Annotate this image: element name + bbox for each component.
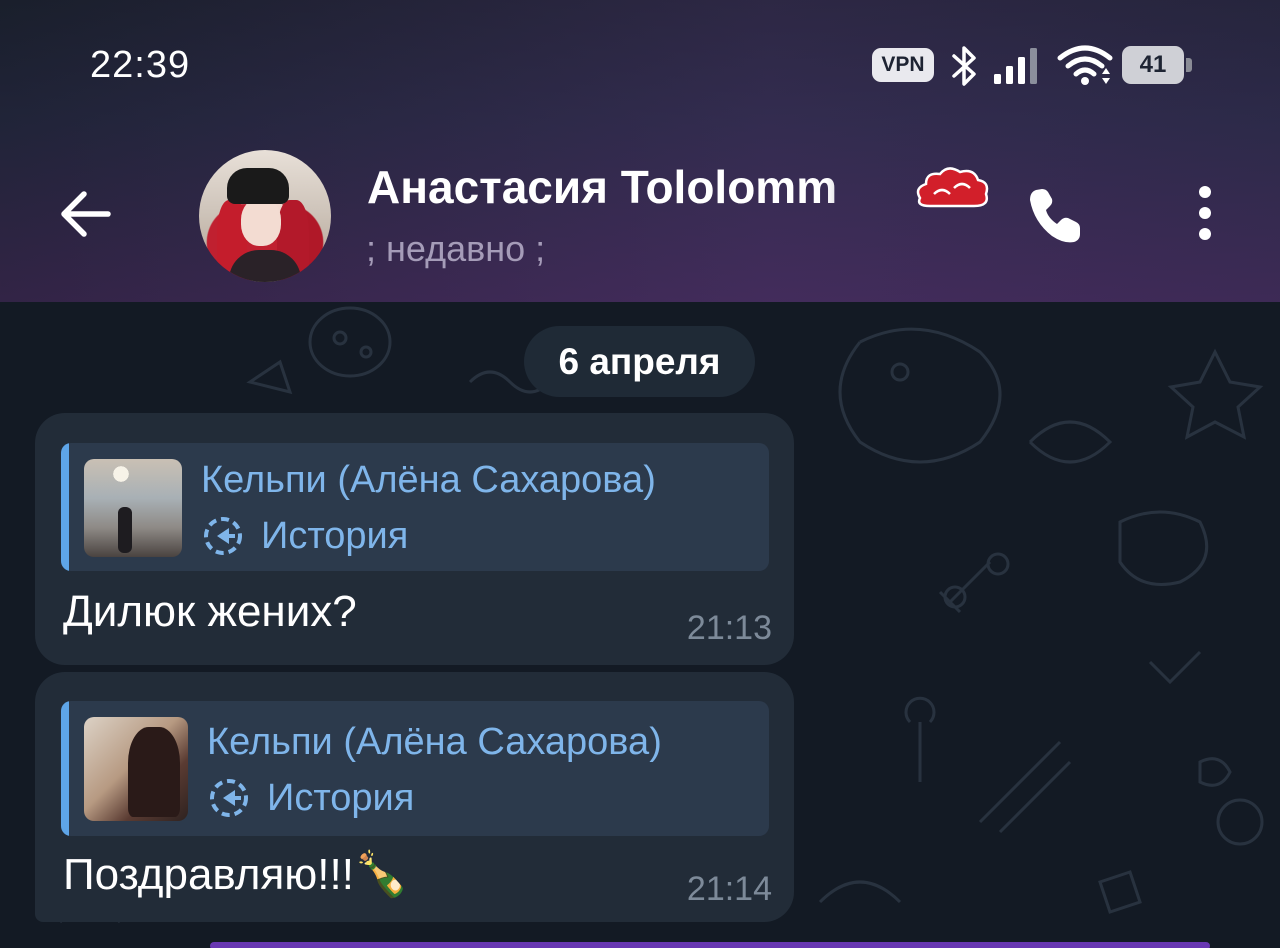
story-reply-preview[interactable]: Кельпи (Алёна Сахарова) История	[61, 701, 769, 836]
message-time: 21:14	[686, 870, 772, 908]
bluetooth-icon	[952, 46, 976, 86]
story-thumbnail	[84, 717, 188, 821]
wifi-icon	[1057, 45, 1113, 85]
reply-author: Кельпи (Алёна Сахарова)	[201, 459, 656, 501]
phone-call-icon[interactable]	[1024, 184, 1088, 248]
last-seen-status: ; недавно ;	[366, 228, 546, 269]
vpn-badge: VPN	[872, 48, 934, 82]
contact-name[interactable]: Анастасия Tololomm	[367, 160, 907, 216]
message-bubble[interactable]: Кельпи (Алёна Сахарова) История Поздравл…	[35, 672, 794, 922]
story-thumbnail	[84, 459, 182, 557]
battery-level: 41	[1122, 46, 1184, 84]
back-arrow-icon[interactable]	[56, 186, 116, 242]
reply-story-row: История	[201, 513, 408, 559]
status-time: 22:39	[90, 44, 191, 86]
status-bar: 22:39 VPN 41	[0, 0, 1280, 130]
date-separator: 6 апреля	[524, 326, 755, 397]
message-text: Поздравляю!!!🍾	[63, 850, 409, 899]
signal-icon	[994, 48, 1037, 84]
reply-author: Кельпи (Алёна Сахарова)	[207, 721, 662, 763]
contact-avatar[interactable]	[199, 150, 331, 282]
message-text: Дилюк жених?	[63, 587, 357, 636]
chat-header: Анастасия Tololomm ; недавно ;	[0, 130, 1280, 302]
battery-icon: 41	[1122, 46, 1192, 84]
story-reply-preview[interactable]: Кельпи (Алёна Сахарова) История	[61, 443, 769, 571]
reply-story-label: История	[261, 514, 409, 557]
reply-story-row: История	[207, 775, 414, 821]
story-reply-icon	[210, 779, 248, 817]
reply-story-label: История	[267, 776, 415, 819]
more-options-icon[interactable]	[1190, 186, 1220, 246]
message-time: 21:13	[686, 609, 772, 647]
story-reply-icon	[204, 517, 242, 555]
bottom-accent-bar	[210, 942, 1210, 948]
red-cloud-icon	[916, 167, 989, 208]
message-bubble[interactable]: Кельпи (Алёна Сахарова) История Дилюк же…	[35, 413, 794, 665]
